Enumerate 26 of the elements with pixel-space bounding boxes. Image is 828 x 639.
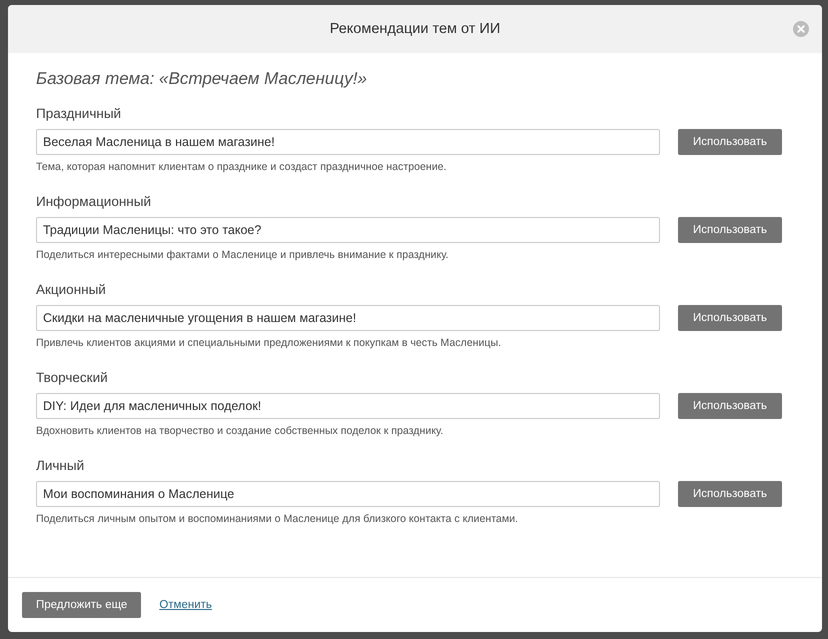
cancel-link[interactable]: Отменить bbox=[159, 599, 212, 611]
use-button[interactable]: Использовать bbox=[678, 393, 782, 419]
use-button[interactable]: Использовать bbox=[678, 481, 782, 507]
topic-input[interactable]: Веселая Масленица в нашем магазине! bbox=[36, 129, 660, 155]
use-button[interactable]: Использовать bbox=[678, 129, 782, 155]
close-icon bbox=[793, 21, 809, 37]
hint-text: Поделиться личным опытом и воспоминаниями о Масленице для близкого контакта с клиентами. bbox=[36, 512, 518, 526]
suggest-more-button[interactable]: Предложить еще bbox=[22, 592, 142, 618]
hint-text: Поделиться интересными фактами о Масленице и привлечь внимание к празднику. bbox=[36, 248, 448, 262]
hint-text: Привлечь клиентов акциями и специальными предложениями к покупкам в честь Масленицы. bbox=[36, 336, 502, 350]
topic-input[interactable]: Скидки на масленичные угощения в нашем магазине! bbox=[36, 305, 660, 331]
topic-input[interactable]: Традиции Масленицы: что это такое? bbox=[36, 217, 660, 243]
dialog-title: Рекомендации тем от ИИ bbox=[330, 21, 500, 37]
category-label: Личный bbox=[36, 457, 84, 474]
category-label: Творческий bbox=[36, 369, 108, 386]
hint-text: Тема, которая напомнит клиентам о празднике и создаст праздничное настроение. bbox=[36, 160, 446, 174]
category-label: Праздничный bbox=[36, 105, 122, 122]
base-topic-heading: Базовая тема: «Встречаем Масленицу!» bbox=[36, 68, 367, 90]
use-button[interactable]: Использовать bbox=[678, 305, 782, 331]
category-label: Акционный bbox=[36, 281, 106, 298]
topic-input[interactable]: DIY: Идеи для масленичных поделок! bbox=[36, 393, 660, 419]
category-label: Информационный bbox=[36, 193, 152, 210]
hint-text: Вдохновить клиентов на творчество и создание собственных поделок к празднику. bbox=[36, 424, 444, 438]
close-button[interactable] bbox=[793, 21, 809, 37]
use-button[interactable]: Использовать bbox=[678, 217, 782, 243]
topic-input[interactable]: Мои воспоминания о Масленице bbox=[36, 481, 660, 507]
